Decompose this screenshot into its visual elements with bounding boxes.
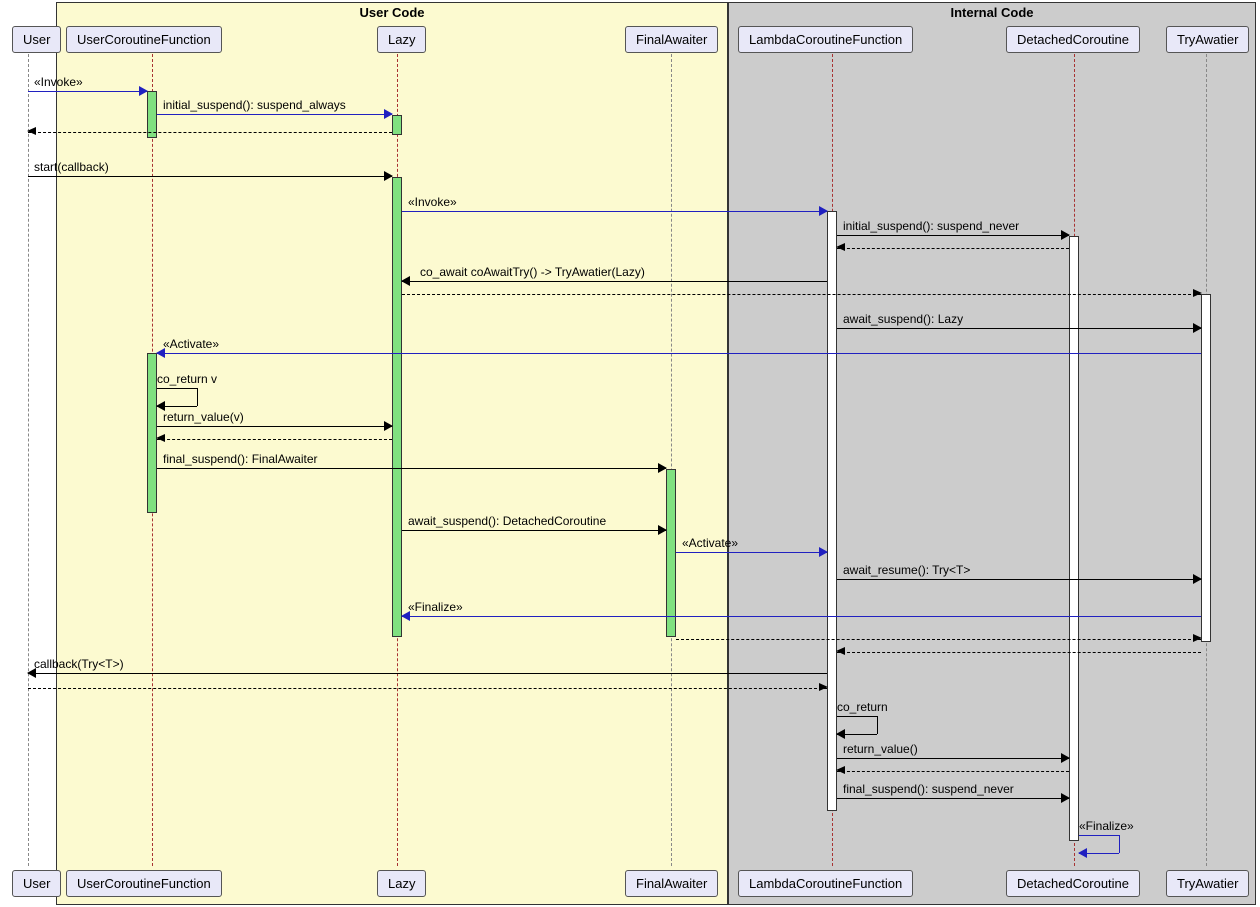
message-return	[837, 757, 1069, 773]
message-return	[28, 118, 392, 134]
participant-fa: FinalAwaiter	[625, 26, 718, 53]
message: «Activate»	[157, 339, 1201, 355]
message-return	[837, 638, 1201, 654]
message: await_suspend(): DetachedCoroutine	[402, 516, 666, 532]
message: initial_suspend(): suspend_always	[157, 100, 392, 116]
participant-ucf: UserCoroutineFunction	[66, 26, 222, 53]
sequence-diagram: User Code Internal Code User UserCorouti…	[0, 0, 1260, 907]
participant-lcf: LambdaCoroutineFunction	[738, 870, 913, 897]
participant-user: User	[12, 26, 61, 53]
message: final_suspend(): suspend_never	[837, 784, 1069, 800]
message-return	[28, 674, 827, 690]
message-return	[837, 234, 1069, 250]
participant-fa: FinalAwaiter	[625, 870, 718, 897]
activation	[1201, 294, 1211, 642]
participant-dc: DetachedCoroutine	[1006, 26, 1140, 53]
message: «Invoke»	[28, 77, 147, 93]
message: await_resume(): Try<T>	[837, 565, 1201, 581]
message-return	[402, 280, 1201, 296]
message: start(callback)	[28, 162, 392, 178]
activation	[392, 115, 402, 135]
partition-title: User Code	[57, 5, 727, 20]
participant-dc: DetachedCoroutine	[1006, 870, 1140, 897]
participant-lazy: Lazy	[377, 870, 426, 897]
lifeline-fa	[671, 54, 672, 866]
participant-ta: TryAwatier	[1166, 26, 1249, 53]
message: callback(Try<T>)	[28, 659, 827, 675]
message: await_suspend(): Lazy	[837, 314, 1201, 330]
message: «Finalize»	[402, 602, 1201, 618]
participant-ta: TryAwatier	[1166, 870, 1249, 897]
message: final_suspend(): FinalAwaiter	[157, 454, 666, 470]
activation	[827, 211, 837, 811]
participant-lcf: LambdaCoroutineFunction	[738, 26, 913, 53]
message-return	[157, 425, 392, 441]
activation	[147, 353, 157, 513]
participant-user: User	[12, 870, 61, 897]
message: «Activate»	[676, 538, 827, 554]
partition-title: Internal Code	[729, 5, 1255, 20]
message: «Invoke»	[402, 197, 827, 213]
participant-lazy: Lazy	[377, 26, 426, 53]
participant-ucf: UserCoroutineFunction	[66, 870, 222, 897]
activation	[392, 177, 402, 637]
